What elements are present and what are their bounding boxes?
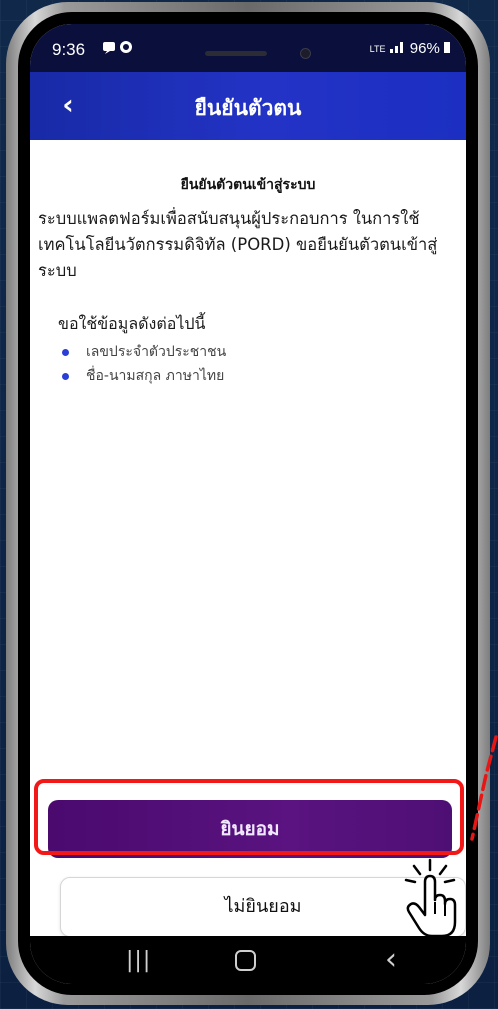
front-camera bbox=[300, 48, 311, 59]
home-icon[interactable] bbox=[235, 950, 256, 971]
system-nav-bar: ||| ‹ bbox=[30, 936, 466, 984]
pointer-hand-icon bbox=[404, 858, 457, 938]
nav-back-icon[interactable]: ‹ bbox=[385, 942, 397, 977]
red-arrow-icon bbox=[470, 735, 498, 841]
notification-icons bbox=[102, 40, 136, 58]
requirement-item: เลขประจำตัวประชาชน bbox=[58, 340, 226, 364]
page-title: ยืนยันตัวตน bbox=[194, 96, 302, 120]
status-bar: 9:36 LTE 96% bbox=[30, 24, 466, 72]
speaker-slot bbox=[205, 51, 267, 56]
battery-level: 96% bbox=[409, 40, 440, 57]
signal-icon bbox=[389, 40, 410, 57]
battery-icon bbox=[444, 40, 450, 57]
consent-paragraph: ระบบแพลตฟอร์มเพื่อสนับสนุนผู้ประกอบการ ใ… bbox=[38, 209, 438, 280]
status-right-group: LTE 96% bbox=[370, 40, 450, 57]
network-type: LTE bbox=[369, 44, 386, 55]
app-header: ‹ ยืนยันตัวตน bbox=[30, 72, 466, 140]
status-time: 9:36 bbox=[52, 40, 86, 59]
requirements-list: เลขประจำตัวประชาชน ชื่อ-นามสกุล ภาษาไทย bbox=[58, 340, 226, 388]
recent-apps-icon[interactable]: ||| bbox=[126, 948, 151, 973]
requirement-item: ชื่อ-นามสกุล ภาษาไทย bbox=[58, 364, 226, 388]
requirements-title: ขอใช้ข้อมูลดังต่อไปนี้ bbox=[58, 314, 206, 333]
consent-heading: ยืนยันตัวตนเข้าสู่ระบบ bbox=[180, 177, 316, 193]
highlight-box bbox=[34, 779, 464, 855]
